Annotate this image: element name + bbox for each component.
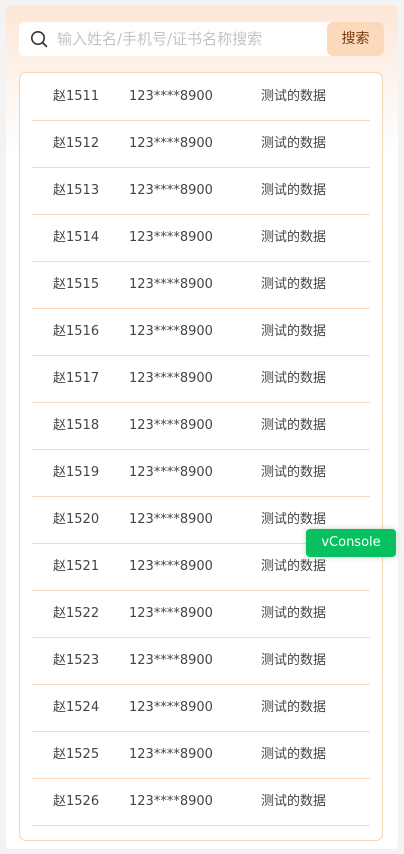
list-item[interactable]: 赵1518 123****8900 测试的数据 bbox=[32, 402, 370, 450]
list-item-name: 赵1520 bbox=[53, 512, 100, 527]
list-item-phone: 123****8900 bbox=[129, 794, 213, 809]
list-item[interactable]: 赵1517 123****8900 测试的数据 bbox=[32, 355, 370, 403]
list-item-name: 赵1517 bbox=[53, 371, 100, 386]
list-item[interactable]: 赵1516 123****8900 测试的数据 bbox=[32, 308, 370, 356]
list-item-name: 赵1516 bbox=[53, 324, 100, 339]
list-item[interactable]: 赵1513 123****8900 测试的数据 bbox=[32, 167, 370, 215]
list-item[interactable]: 赵1511 123****8900 测试的数据 bbox=[32, 73, 370, 121]
search-button[interactable]: 搜索 bbox=[327, 22, 384, 56]
list-item-name: 赵1525 bbox=[53, 747, 100, 762]
list-item-name: 赵1518 bbox=[53, 418, 100, 433]
list-item-name: 赵1524 bbox=[53, 700, 100, 715]
list-item-phone: 123****8900 bbox=[129, 371, 213, 386]
list-item-info: 测试的数据 bbox=[261, 230, 327, 245]
list-item-info: 测试的数据 bbox=[261, 183, 327, 198]
list-item-phone: 123****8900 bbox=[129, 700, 213, 715]
search-input[interactable] bbox=[57, 22, 319, 56]
list-item-phone: 123****8900 bbox=[129, 512, 213, 527]
list-item-phone: 123****8900 bbox=[129, 136, 213, 151]
list-item[interactable]: 赵1524 123****8900 测试的数据 bbox=[32, 684, 370, 732]
list-item-phone: 123****8900 bbox=[129, 277, 213, 292]
list-item[interactable]: 赵1515 123****8900 测试的数据 bbox=[32, 261, 370, 309]
list-item-name: 赵1522 bbox=[53, 606, 100, 621]
search-icon bbox=[30, 30, 48, 48]
list-item-name: 赵1521 bbox=[53, 559, 100, 574]
list-item-phone: 123****8900 bbox=[129, 606, 213, 621]
list-item-phone: 123****8900 bbox=[129, 653, 213, 668]
page-container: 搜索 赵1511123****8900测试的数据赵1512123****8900… bbox=[6, 6, 398, 849]
list-item-phone: 123****8900 bbox=[129, 418, 213, 433]
list-item-info: 测试的数据 bbox=[261, 747, 327, 762]
list-item-phone: 123****8900 bbox=[129, 559, 213, 574]
list-item-info: 测试的数据 bbox=[261, 653, 327, 668]
list-item[interactable]: 赵1512 123****8900 测试的数据 bbox=[32, 120, 370, 168]
list-item-info: 测试的数据 bbox=[261, 89, 327, 104]
list-item-name: 赵1512 bbox=[53, 136, 100, 151]
list-item-info: 测试的数据 bbox=[261, 371, 327, 386]
list-item[interactable]: 赵1522 123****8900 测试的数据 bbox=[32, 590, 370, 638]
list-item-name: 赵1526 bbox=[53, 794, 100, 809]
list-item-phone: 123****8900 bbox=[129, 465, 213, 480]
list-item[interactable]: 赵1525 123****8900 测试的数据 bbox=[32, 731, 370, 779]
list-item[interactable]: 赵1519 123****8900 测试的数据 bbox=[32, 449, 370, 497]
result-list: 赵1511 123****8900 测试的数据 赵1512 123****8900 测试的… bbox=[19, 72, 383, 841]
list-item-info: 测试的数据 bbox=[261, 606, 327, 621]
list-item[interactable]: 赵1526 123****8900 测试的数据 bbox=[32, 778, 370, 826]
list-item-phone: 123****8900 bbox=[129, 747, 213, 762]
list-item-info: 测试的数据 bbox=[261, 418, 327, 433]
list-item-info: 测试的数据 bbox=[261, 700, 327, 715]
list-item-name: 赵1523 bbox=[53, 653, 100, 668]
list-item[interactable]: 赵1523 123****8900 测试的数据 bbox=[32, 637, 370, 685]
list-item-name: 赵1511 bbox=[53, 89, 100, 104]
list-item-name: 赵1514 bbox=[53, 230, 100, 245]
list-item-info: 测试的数据 bbox=[261, 136, 327, 151]
list-item-phone: 123****8900 bbox=[129, 230, 213, 245]
list-item-info: 测试的数据 bbox=[261, 465, 327, 480]
list-item-name: 赵1513 bbox=[53, 183, 100, 198]
vconsole-button[interactable]: vConsole bbox=[306, 529, 396, 557]
list-item-name: 赵1519 bbox=[53, 465, 100, 480]
list-item-phone: 123****8900 bbox=[129, 183, 213, 198]
list-item-phone: 123****8900 bbox=[129, 324, 213, 339]
list-item-name: 赵1515 bbox=[53, 277, 100, 292]
list-item-info: 测试的数据 bbox=[261, 324, 327, 339]
list-item-info: 测试的数据 bbox=[261, 277, 327, 292]
list-item-info: 测试的数据 bbox=[261, 794, 327, 809]
list-item-phone: 123****8900 bbox=[129, 89, 213, 104]
list-item[interactable]: 赵1514 123****8900 测试的数据 bbox=[32, 214, 370, 262]
search-bar: 搜索 bbox=[19, 22, 384, 56]
